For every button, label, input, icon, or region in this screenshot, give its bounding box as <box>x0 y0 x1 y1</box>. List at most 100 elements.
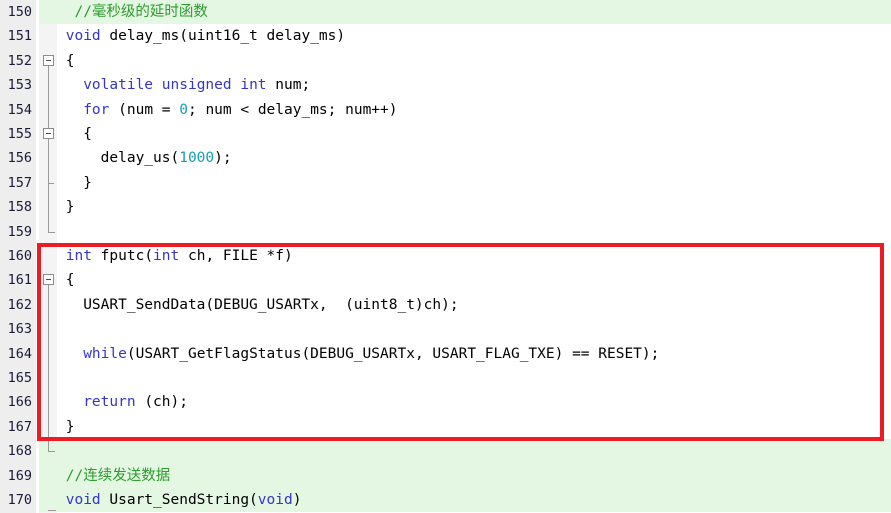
code-text[interactable]: //毫秒级的延时函数 <box>57 0 208 24</box>
code-line[interactable]: 158 } <box>0 195 891 219</box>
fold-collapse-icon[interactable] <box>43 128 54 139</box>
code-text[interactable]: } <box>57 171 92 195</box>
token-plain: { <box>57 52 75 69</box>
fold-end-tick <box>48 231 55 233</box>
token-plain: num; <box>266 77 311 94</box>
token-plain: ch, FILE *f) <box>179 248 293 264</box>
code-editor[interactable]: 150 //毫秒级的延时函数 151 void delay_ms(uint16_t… <box>0 0 891 513</box>
code-line[interactable]: 157 } <box>0 171 891 195</box>
line-number: 151 <box>7 28 32 45</box>
fold-guide-line <box>48 285 49 452</box>
line-number: 150 <box>7 4 32 20</box>
code-line[interactable]: 156 delay_us(1000); <box>0 146 891 170</box>
token-kw: return <box>83 394 136 411</box>
code-text[interactable]: while(USART_GetFlagStatus(DEBUG_USARTx, … <box>57 342 659 366</box>
line-number: 160 <box>7 248 32 264</box>
fold-end-tick <box>48 182 54 184</box>
token-cmt: //连续发送数据 <box>65 467 171 484</box>
token-plain: USART_SendData(DEBUG_USARTx, (uint8_t)ch… <box>57 296 459 313</box>
code-line[interactable]: 162 USART_SendData(DEBUG_USARTx, (uint8_… <box>0 293 891 317</box>
code-line[interactable]: 151 void delay_ms(uint16_t delay_ms) <box>0 24 891 48</box>
code-text[interactable]: return (ch); <box>57 390 188 414</box>
code-text[interactable]: volatile unsigned int num; <box>57 73 310 97</box>
line-number: 163 <box>7 321 32 338</box>
line-number: 158 <box>7 199 32 216</box>
token-kw: for <box>83 101 110 118</box>
token-cmt: //毫秒级的延时函数 <box>74 4 208 20</box>
token-kw: while <box>83 345 127 362</box>
line-number: 169 <box>7 467 32 484</box>
fold-end-tick <box>48 451 55 453</box>
token-plain: } <box>57 418 75 435</box>
code-line[interactable]: 152 { <box>0 49 891 73</box>
token-plain: (ch); <box>135 394 188 411</box>
code-text[interactable]: delay_us(1000); <box>57 146 232 170</box>
line-number: 161 <box>7 272 32 289</box>
code-line[interactable]: 169 //连续发送数据 <box>0 463 891 488</box>
code-line[interactable]: 167 } <box>0 415 891 439</box>
token-plain: Usart_SendString( <box>100 492 258 508</box>
code-text[interactable]: USART_SendData(DEBUG_USARTx, (uint8_t)ch… <box>57 293 459 317</box>
code-text[interactable]: for (num = 0; num < delay_ms; num++) <box>57 98 398 122</box>
line-number: 153 <box>7 77 32 94</box>
code-text[interactable]: //连续发送数据 <box>57 464 170 488</box>
line-number: 155 <box>7 126 32 142</box>
token-plain: } <box>57 174 92 191</box>
token-kw: void <box>65 492 101 508</box>
code-line[interactable]: 161 { <box>0 268 891 292</box>
token-plain: fputc( <box>91 248 154 264</box>
code-line[interactable]: 155 { <box>0 122 891 146</box>
code-line[interactable]: 150 //毫秒级的延时函数 <box>0 0 891 25</box>
fold-collapse-icon[interactable] <box>43 274 54 286</box>
token-plain: (num = <box>109 101 180 118</box>
code-line[interactable]: 170 void Usart_SendString(void) <box>0 488 891 513</box>
code-text[interactable]: } <box>57 415 75 439</box>
fold-end-tick <box>48 510 56 511</box>
code-text[interactable]: int fputc(int ch, FILE *f) <box>57 244 293 268</box>
line-number: 167 <box>7 418 32 435</box>
code-text[interactable]: { <box>57 49 75 73</box>
token-plain: (USART_GetFlagStatus(DEBUG_USARTx, USART… <box>126 345 660 362</box>
code-line[interactable]: 164 while(USART_GetFlagStatus(DEBUG_USAR… <box>0 342 891 366</box>
token-plain: delay_us( <box>57 150 180 167</box>
token-plain: ) <box>292 492 302 508</box>
code-line[interactable]: 160 int fputc(int ch, FILE *f) <box>0 244 891 268</box>
token-plain: ; num < delay_ms; num++) <box>187 101 398 118</box>
token-plain: { <box>57 126 92 142</box>
code-text[interactable]: void delay_ms(uint16_t delay_ms) <box>57 24 345 48</box>
code-line[interactable]: 166 return (ch); <box>0 390 891 414</box>
fold-guide-line <box>48 139 49 183</box>
token-kw: int <box>65 248 92 264</box>
token-num: 0 <box>179 101 188 118</box>
line-number: 152 <box>7 52 32 69</box>
code-text[interactable]: { <box>57 268 75 292</box>
line-number: 168 <box>7 443 32 460</box>
token-kw: volatile unsigned int <box>83 77 267 94</box>
code-text[interactable]: } <box>57 195 75 219</box>
fold-collapse-icon[interactable] <box>43 54 54 66</box>
token-plain: delay_ms( <box>100 28 188 45</box>
line-number: 162 <box>7 296 32 313</box>
code-line[interactable]: 168 <box>0 439 891 464</box>
code-line[interactable]: 165 <box>0 366 891 390</box>
line-number: 170 <box>7 492 32 508</box>
token-plain: ); <box>214 150 232 167</box>
code-line[interactable]: 154 for (num = 0; num < delay_ms; num++) <box>0 98 891 122</box>
code-text[interactable]: void Usart_SendString(void) <box>57 488 302 512</box>
token-plain: delay_ms) <box>257 28 346 45</box>
code-line[interactable]: 159 <box>0 220 891 244</box>
code-line[interactable]: 153 volatile unsigned int num; <box>0 73 891 97</box>
token-plain: } <box>57 199 75 216</box>
code-text[interactable]: { <box>57 122 92 146</box>
line-number: 157 <box>7 174 32 191</box>
code-line[interactable]: 163 <box>0 317 891 341</box>
changed-line-indicator <box>39 439 891 464</box>
